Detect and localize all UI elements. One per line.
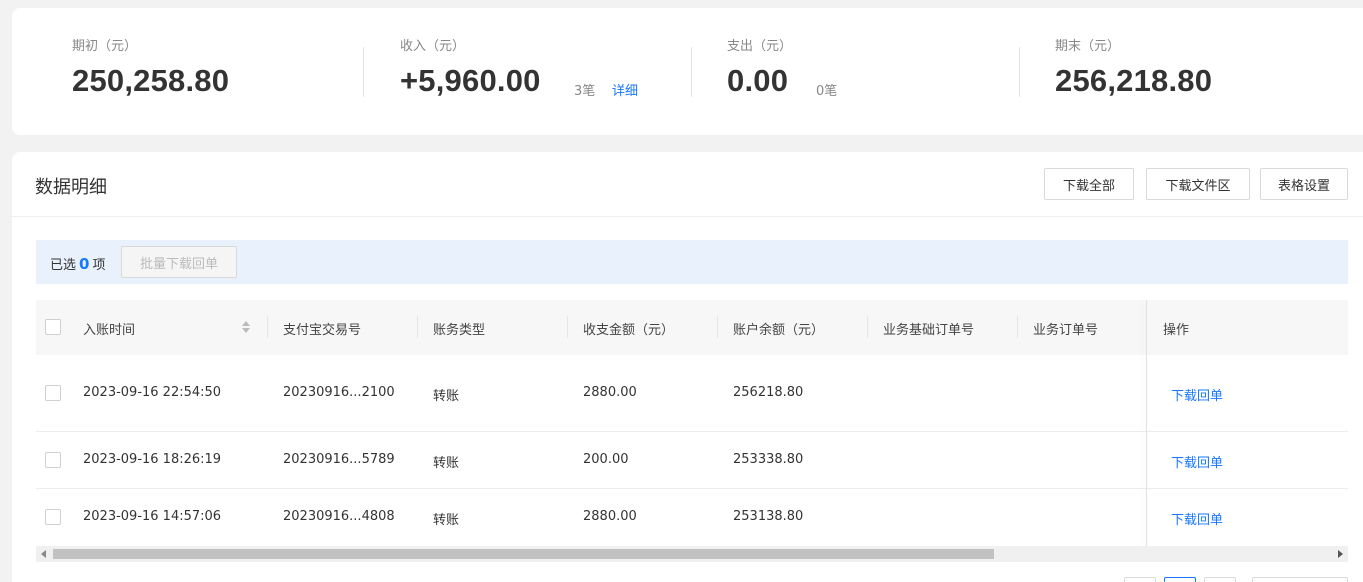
scroll-right-arrow-icon[interactable]	[1338, 550, 1343, 558]
column-divider	[417, 316, 418, 338]
closing-label: 期末（元）	[1055, 39, 1121, 54]
col-header-amount: 收支金额（元）	[583, 323, 675, 338]
cell-entry-time: 2023-09-16 18:26:19	[83, 452, 222, 467]
opening-label: 期初（元）	[72, 39, 138, 54]
col-header-trade-no: 支付宝交易号	[283, 323, 362, 338]
pagination-next-button[interactable]	[1204, 577, 1236, 582]
opening-value: 250,258.80	[72, 63, 230, 98]
column-divider	[867, 316, 868, 338]
cell-trade-no: 20230916...2100	[283, 385, 395, 400]
download-receipt-link[interactable]: 下载回单	[1171, 452, 1223, 471]
income-value: +5,960.00	[400, 63, 541, 98]
table-row: 2023-09-16 18:26:19 20230916...5789 转账 2…	[36, 432, 1348, 489]
download-file-area-button[interactable]: 下载文件区	[1146, 168, 1250, 200]
fixed-column-divider	[1146, 300, 1147, 546]
cell-balance: 256218.80	[733, 385, 804, 400]
cell-balance: 253138.80	[733, 509, 804, 524]
column-divider	[717, 316, 718, 338]
scrollbar-thumb[interactable]	[53, 549, 994, 559]
cell-entry-time: 2023-09-16 22:54:50	[83, 385, 222, 400]
divider	[363, 47, 364, 97]
selection-bar: 已选 0 项 批量下载回单	[36, 240, 1348, 284]
cell-amount: 2880.00	[583, 385, 637, 400]
expense-label: 支出（元）	[727, 39, 793, 54]
cell-amount: 200.00	[583, 452, 629, 467]
col-header-type: 账务类型	[433, 323, 486, 338]
col-header-action: 操作	[1163, 323, 1190, 338]
selection-prefix: 已选	[50, 258, 77, 273]
table-row: 2023-09-16 14:57:06 20230916...4808 转账 2…	[36, 489, 1348, 546]
closing-value: 256,218.80	[1055, 63, 1213, 98]
divider	[12, 216, 1363, 217]
col-header-entry-time[interactable]: 入账时间	[83, 319, 135, 338]
sort-icon[interactable]	[242, 321, 250, 335]
divider	[1019, 47, 1020, 97]
column-divider	[1017, 316, 1018, 338]
batch-download-receipt-button: 批量下载回单	[121, 246, 237, 278]
column-divider	[267, 316, 268, 338]
col-header-base-order: 业务基础订单号	[883, 323, 975, 338]
cell-balance: 253338.80	[733, 452, 804, 467]
row-checkbox[interactable]	[45, 452, 61, 468]
expense-count: 0笔	[816, 84, 838, 99]
income-count: 3笔	[574, 84, 596, 99]
cell-trade-no: 20230916...5789	[283, 452, 395, 467]
column-divider	[567, 316, 568, 338]
cell-trade-no: 20230916...4808	[283, 509, 395, 524]
cell-type: 转账	[433, 513, 460, 528]
cell-type: 转账	[433, 389, 460, 404]
col-header-order: 业务订单号	[1033, 323, 1099, 338]
row-checkbox[interactable]	[45, 385, 61, 401]
download-receipt-link[interactable]: 下载回单	[1171, 385, 1223, 404]
selection-count-text: 已选 0 项	[50, 254, 105, 273]
pagination-prev-button[interactable]	[1124, 577, 1156, 582]
panel-title: 数据明细	[35, 177, 107, 198]
download-receipt-link[interactable]: 下载回单	[1171, 509, 1223, 528]
table-row: 2023-09-16 22:54:50 20230916...2100 转账 2…	[36, 355, 1348, 432]
selection-suffix: 项	[92, 258, 106, 273]
transactions-table: 入账时间 支付宝交易号 账务类型 收支金额（元） 账户余额（元） 业务基础订单号…	[36, 300, 1348, 546]
balance-summary: 期初（元） 250,258.80 收入（元） +5,960.00 3笔 详细 支…	[12, 8, 1363, 135]
cell-amount: 2880.00	[583, 509, 637, 524]
cell-entry-time: 2023-09-16 14:57:06	[83, 509, 222, 524]
table-header: 入账时间 支付宝交易号 账务类型 收支金额（元） 账户余额（元） 业务基础订单号…	[36, 300, 1348, 355]
data-detail-panel: 数据明细 下载全部 下载文件区 表格设置 已选 0 项 批量下载回单 入账时间 支付…	[12, 152, 1363, 582]
cell-type: 转账	[433, 456, 460, 471]
col-header-balance: 账户余额（元）	[733, 323, 825, 338]
selected-count: 0	[79, 255, 90, 273]
row-checkbox[interactable]	[45, 509, 61, 525]
scroll-left-arrow-icon[interactable]	[41, 550, 46, 558]
table-settings-button[interactable]: 表格设置	[1260, 168, 1348, 200]
divider	[691, 47, 692, 97]
select-all-checkbox[interactable]	[45, 319, 61, 335]
page-size-select[interactable]	[1252, 577, 1348, 582]
income-label: 收入（元）	[400, 39, 466, 54]
income-detail-link[interactable]: 详细	[612, 80, 638, 99]
download-all-button[interactable]: 下载全部	[1044, 168, 1134, 200]
expense-value: 0.00	[727, 63, 789, 98]
pagination-page-button[interactable]	[1164, 577, 1196, 582]
horizontal-scrollbar[interactable]	[36, 546, 1348, 562]
